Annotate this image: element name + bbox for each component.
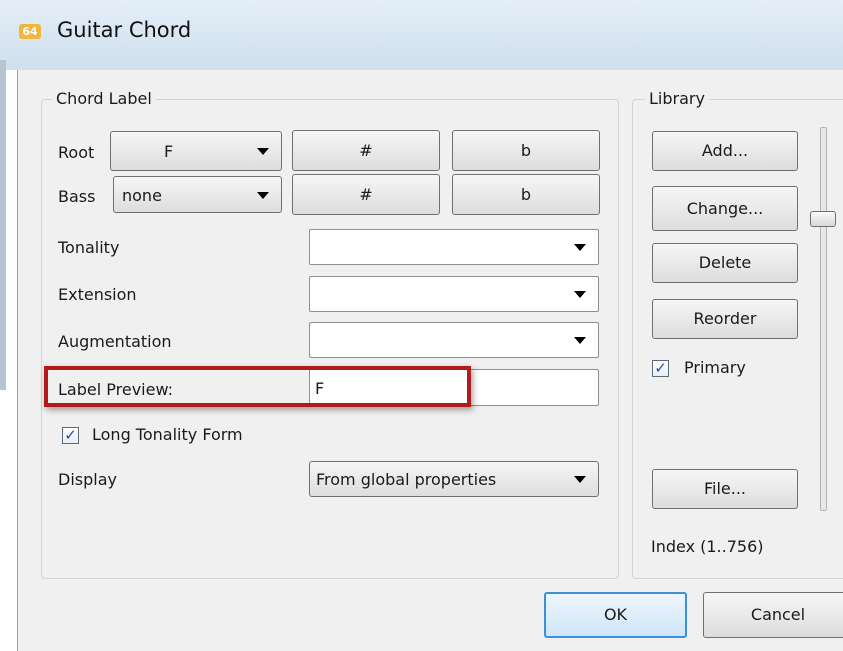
tonality-label: Tonality (58, 238, 120, 257)
chord-label-group-title: Chord Label (52, 89, 156, 108)
chevron-down-icon (257, 192, 269, 199)
root-label: Root (58, 143, 95, 162)
index-label: Index (1..756) (651, 537, 764, 556)
window-frame-edge (0, 60, 6, 390)
title-bar: 64 Guitar Chord (0, 0, 843, 70)
bass-select-value: none (122, 186, 162, 205)
highlight-annotation-box (44, 366, 471, 407)
chevron-down-icon (574, 244, 586, 251)
chevron-down-icon (574, 291, 586, 298)
augmentation-select[interactable] (309, 322, 599, 358)
app-icon: 64 (19, 24, 41, 39)
chevron-down-icon (574, 337, 586, 344)
long-tonality-label[interactable]: Long Tonality Form (92, 425, 243, 444)
add-button[interactable]: Add... (652, 131, 798, 171)
primary-label[interactable]: Primary (684, 358, 746, 377)
root-sharp-button[interactable]: # (292, 130, 440, 171)
extension-select[interactable] (309, 276, 599, 312)
library-slider-thumb[interactable] (810, 211, 836, 227)
delete-button[interactable]: Delete (652, 243, 798, 283)
primary-checkbox[interactable]: ✓ (652, 360, 669, 377)
window-title: Guitar Chord (57, 18, 192, 42)
tonality-select[interactable] (309, 229, 599, 265)
reorder-button[interactable]: Reorder (652, 299, 798, 339)
augmentation-label: Augmentation (58, 332, 172, 351)
bass-sharp-button[interactable]: # (292, 174, 440, 215)
root-select-value: F (164, 142, 174, 161)
ok-button[interactable]: OK (544, 592, 687, 638)
bass-flat-button[interactable]: b (452, 174, 600, 215)
change-button[interactable]: Change... (652, 186, 798, 231)
extension-label: Extension (58, 285, 137, 304)
cancel-button[interactable]: Cancel (703, 592, 843, 638)
display-label: Display (58, 470, 117, 489)
display-select[interactable]: From global properties (309, 461, 599, 497)
display-select-value: From global properties (316, 470, 497, 489)
chevron-down-icon (574, 476, 586, 483)
root-select[interactable]: F (110, 131, 282, 171)
library-group-title: Library (645, 89, 709, 108)
bass-select[interactable]: none (113, 176, 282, 213)
long-tonality-checkbox[interactable]: ✓ (62, 427, 79, 444)
file-button[interactable]: File... (652, 469, 798, 509)
library-slider-track[interactable] (820, 127, 827, 511)
root-flat-button[interactable]: b (452, 130, 600, 171)
bass-label: Bass (58, 187, 96, 206)
chevron-down-icon (257, 148, 269, 155)
